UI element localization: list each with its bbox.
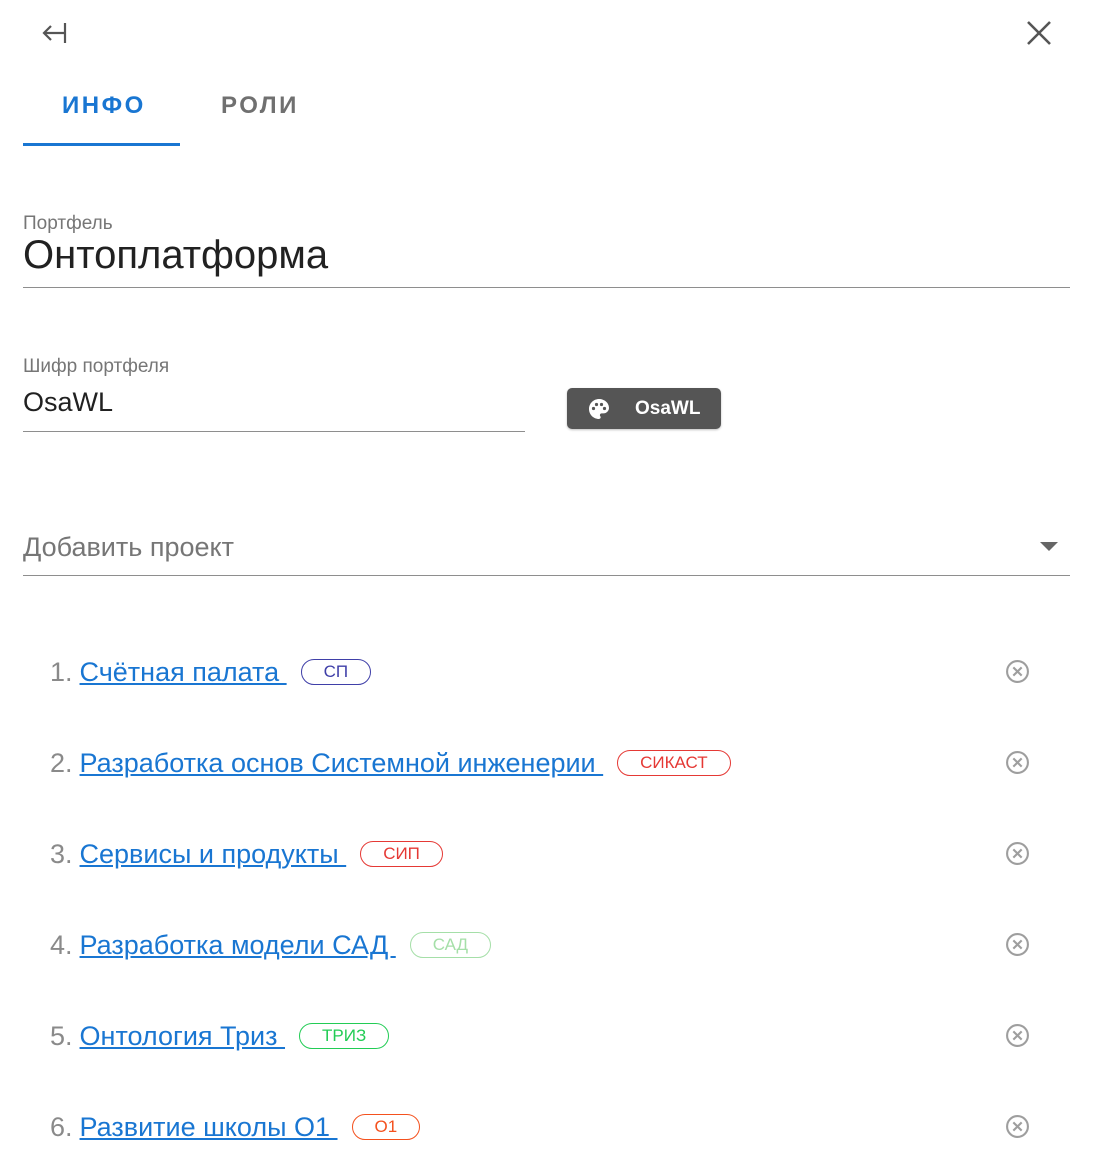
add-project-underline	[23, 575, 1070, 576]
project-list-item: 6. Развитие школы О1 О1	[50, 1107, 421, 1147]
project-number: 6.	[50, 1111, 73, 1142]
project-link[interactable]: Разработка модели САД	[80, 930, 396, 961]
project-list-item: 2. Разработка основ Системной инженерии С…	[50, 743, 731, 783]
project-number: 4.	[50, 929, 73, 960]
tab-info[interactable]: ИНФО	[62, 88, 146, 124]
palette-icon	[589, 398, 609, 419]
project-number: 2.	[50, 747, 73, 778]
project-list-item: 5. Онтология Триз ТРИЗ	[50, 1016, 390, 1056]
project-link[interactable]: Сервисы и продукты	[80, 839, 347, 870]
project-number: 1.	[50, 656, 73, 687]
add-project-select[interactable]: Добавить проект	[23, 530, 234, 564]
project-link[interactable]: Счётная палата	[80, 657, 287, 688]
project-link[interactable]: Онтология Триз	[80, 1021, 285, 1052]
project-number: 5.	[50, 1020, 73, 1051]
project-list-item: 1. Счётная палата СП	[50, 652, 372, 692]
back-arrow-icon[interactable]	[38, 18, 70, 50]
cipher-field-input[interactable]: OsaWL	[23, 384, 113, 420]
remove-project-icon[interactable]	[1005, 750, 1030, 775]
project-link[interactable]: Развитие школы О1	[80, 1112, 338, 1143]
project-list-item: 3. Сервисы и продукты СИП	[50, 834, 443, 874]
remove-project-icon[interactable]	[1005, 841, 1030, 866]
active-tab-indicator	[23, 143, 180, 146]
portfolio-field-underline	[23, 287, 1070, 288]
remove-project-icon[interactable]	[1005, 659, 1030, 684]
project-tag-badge: СИКАСТ	[617, 750, 731, 776]
cipher-field-underline	[23, 431, 525, 432]
cipher-field-label: Шифр портфеля	[23, 356, 170, 377]
project-tag-badge: СП	[300, 659, 372, 685]
project-tag-badge: ТРИЗ	[299, 1023, 390, 1049]
close-icon[interactable]	[1022, 16, 1056, 50]
project-tag-badge: О1	[351, 1114, 421, 1140]
remove-project-icon[interactable]	[1005, 1114, 1030, 1139]
chevron-down-icon[interactable]	[1040, 542, 1058, 551]
project-tag-badge: СИП	[360, 841, 443, 867]
tab-roles[interactable]: РОЛИ	[221, 88, 299, 124]
remove-project-icon[interactable]	[1005, 1023, 1030, 1048]
project-number: 3.	[50, 838, 73, 869]
project-list-item: 4. Разработка модели САД САД	[50, 925, 492, 965]
remove-project-icon[interactable]	[1005, 932, 1030, 957]
project-tag-badge: САД	[409, 932, 492, 958]
portfolio-field-input[interactable]: Онтоплатформа	[23, 230, 328, 280]
color-picker-button[interactable]: OsaWL	[567, 388, 721, 429]
color-chip-label: OsaWL	[635, 397, 701, 419]
project-link[interactable]: Разработка основ Системной инженерии	[80, 748, 604, 779]
